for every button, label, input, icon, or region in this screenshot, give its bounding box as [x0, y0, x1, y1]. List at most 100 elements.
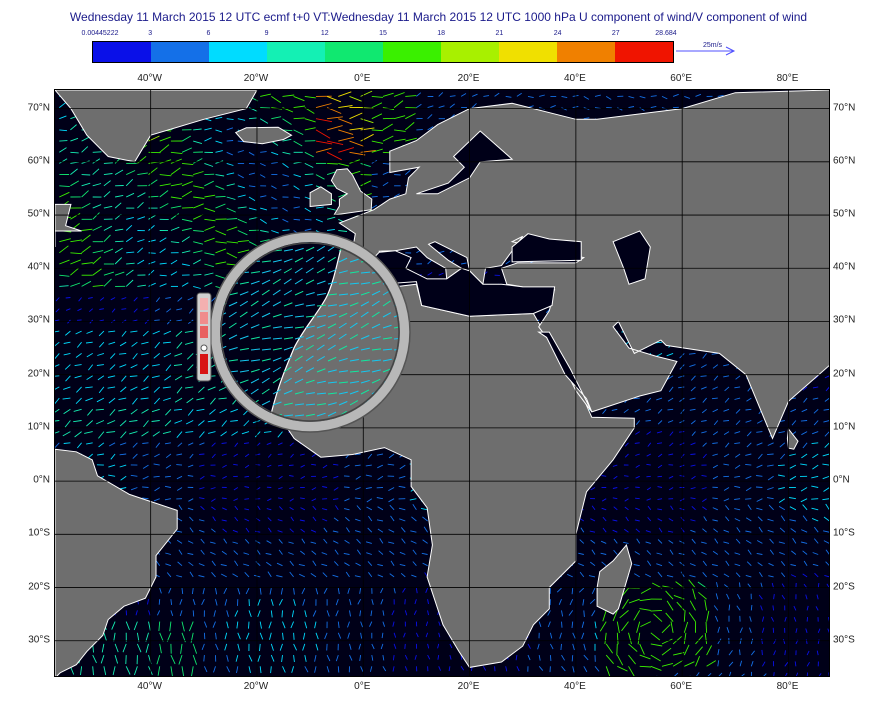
wind-vector	[414, 654, 417, 660]
zoom-level-bar-icon[interactable]	[196, 292, 212, 382]
wind-vector	[449, 95, 456, 97]
wind-vector	[222, 475, 227, 479]
wind-vector	[745, 540, 752, 544]
wind-vector	[300, 528, 306, 533]
wind-vector	[723, 529, 730, 533]
wind-vector	[132, 442, 138, 448]
wind-vector	[583, 666, 588, 673]
wind-vector	[223, 587, 228, 595]
wind-vector	[130, 364, 138, 369]
wind-vector	[800, 498, 808, 503]
wind-vector	[81, 280, 92, 287]
wind-vector	[735, 375, 741, 380]
wind-vector	[829, 284, 830, 287]
wind-vector	[728, 604, 731, 611]
wind-vector	[282, 174, 290, 177]
wind-vector	[248, 172, 256, 176]
wind-vector	[301, 587, 306, 595]
wind-vector	[360, 632, 363, 639]
wind-vector	[624, 453, 629, 458]
wind-vector	[204, 137, 212, 142]
lens-wind-vector	[405, 290, 413, 295]
wind-vector	[371, 195, 378, 198]
wind-vector	[817, 628, 821, 633]
wind-vector	[156, 610, 161, 616]
wind-vector	[304, 207, 311, 213]
wind-vector	[337, 666, 340, 673]
wind-vector	[76, 341, 82, 348]
wind-vector	[259, 218, 267, 224]
wind-vector	[268, 527, 272, 533]
wind-vector	[688, 352, 696, 355]
wind-vector	[170, 151, 183, 155]
wind-vector	[289, 487, 294, 490]
wind-vector	[153, 386, 161, 393]
wind-vector	[140, 397, 149, 400]
wind-vector	[668, 540, 674, 544]
wind-vector	[63, 386, 71, 390]
wind-vector	[137, 192, 146, 198]
wind-vector	[201, 643, 205, 651]
wind-vector	[248, 216, 258, 220]
wind-vector	[141, 352, 149, 356]
wind-vector	[73, 420, 82, 423]
wind-vector	[176, 319, 183, 322]
wind-vector	[78, 297, 82, 302]
wind-vector	[695, 93, 702, 97]
wind-vector	[723, 375, 730, 378]
wind-vector	[421, 552, 428, 555]
wind-vector	[785, 672, 788, 676]
wind-vector	[181, 263, 190, 267]
wind-vector	[92, 225, 102, 231]
wind-vector	[143, 297, 149, 299]
wind-vector	[829, 238, 830, 242]
wind-vector	[211, 498, 216, 502]
wind-vector	[401, 538, 406, 544]
wind-vector	[728, 650, 733, 656]
magnifier-lens-icon[interactable]	[206, 228, 414, 436]
wind-vector	[689, 574, 696, 578]
wind-vector	[800, 463, 808, 466]
latitude-label: 30°N	[833, 314, 856, 326]
wind-vector	[148, 252, 156, 254]
wind-vector	[226, 140, 234, 142]
wind-vector	[55, 375, 60, 377]
wind-vector	[322, 486, 328, 488]
wind-vector	[701, 420, 707, 422]
wind-vector	[802, 504, 808, 511]
wind-vector	[260, 162, 266, 167]
latitude-label: 10°N	[27, 421, 50, 433]
wind-vector	[398, 485, 406, 488]
wind-vector	[734, 431, 741, 434]
wind-vector	[767, 487, 774, 491]
wind-vector	[159, 190, 169, 198]
wind-vector	[181, 588, 184, 594]
wind-vector	[611, 408, 618, 411]
wind-vector	[718, 672, 723, 676]
wind-vector	[299, 519, 305, 522]
wind-vector	[257, 599, 261, 606]
wind-vector	[349, 643, 352, 650]
wind-vector	[438, 621, 441, 627]
wind-vector	[181, 227, 192, 231]
wind-vector	[170, 666, 173, 676]
lens-wind-vector	[229, 423, 237, 427]
wind-vector	[76, 442, 82, 449]
wind-vector	[624, 498, 629, 502]
wind-vector	[189, 453, 194, 459]
wind-vector	[645, 530, 651, 533]
lens-wind-vector	[251, 237, 259, 240]
wind-vector	[338, 129, 354, 135]
wind-vector	[405, 122, 415, 131]
wind-vector	[198, 519, 205, 522]
wind-vector	[829, 651, 830, 655]
wind-vector	[761, 649, 763, 656]
wind-vector	[640, 621, 651, 628]
wind-vector	[601, 507, 607, 511]
wind-vector	[55, 353, 60, 359]
wind-vector	[224, 632, 228, 640]
wind-vector	[761, 616, 765, 622]
wind-vector	[393, 643, 397, 649]
wind-vector	[561, 621, 563, 628]
wind-map[interactable]	[54, 89, 830, 677]
